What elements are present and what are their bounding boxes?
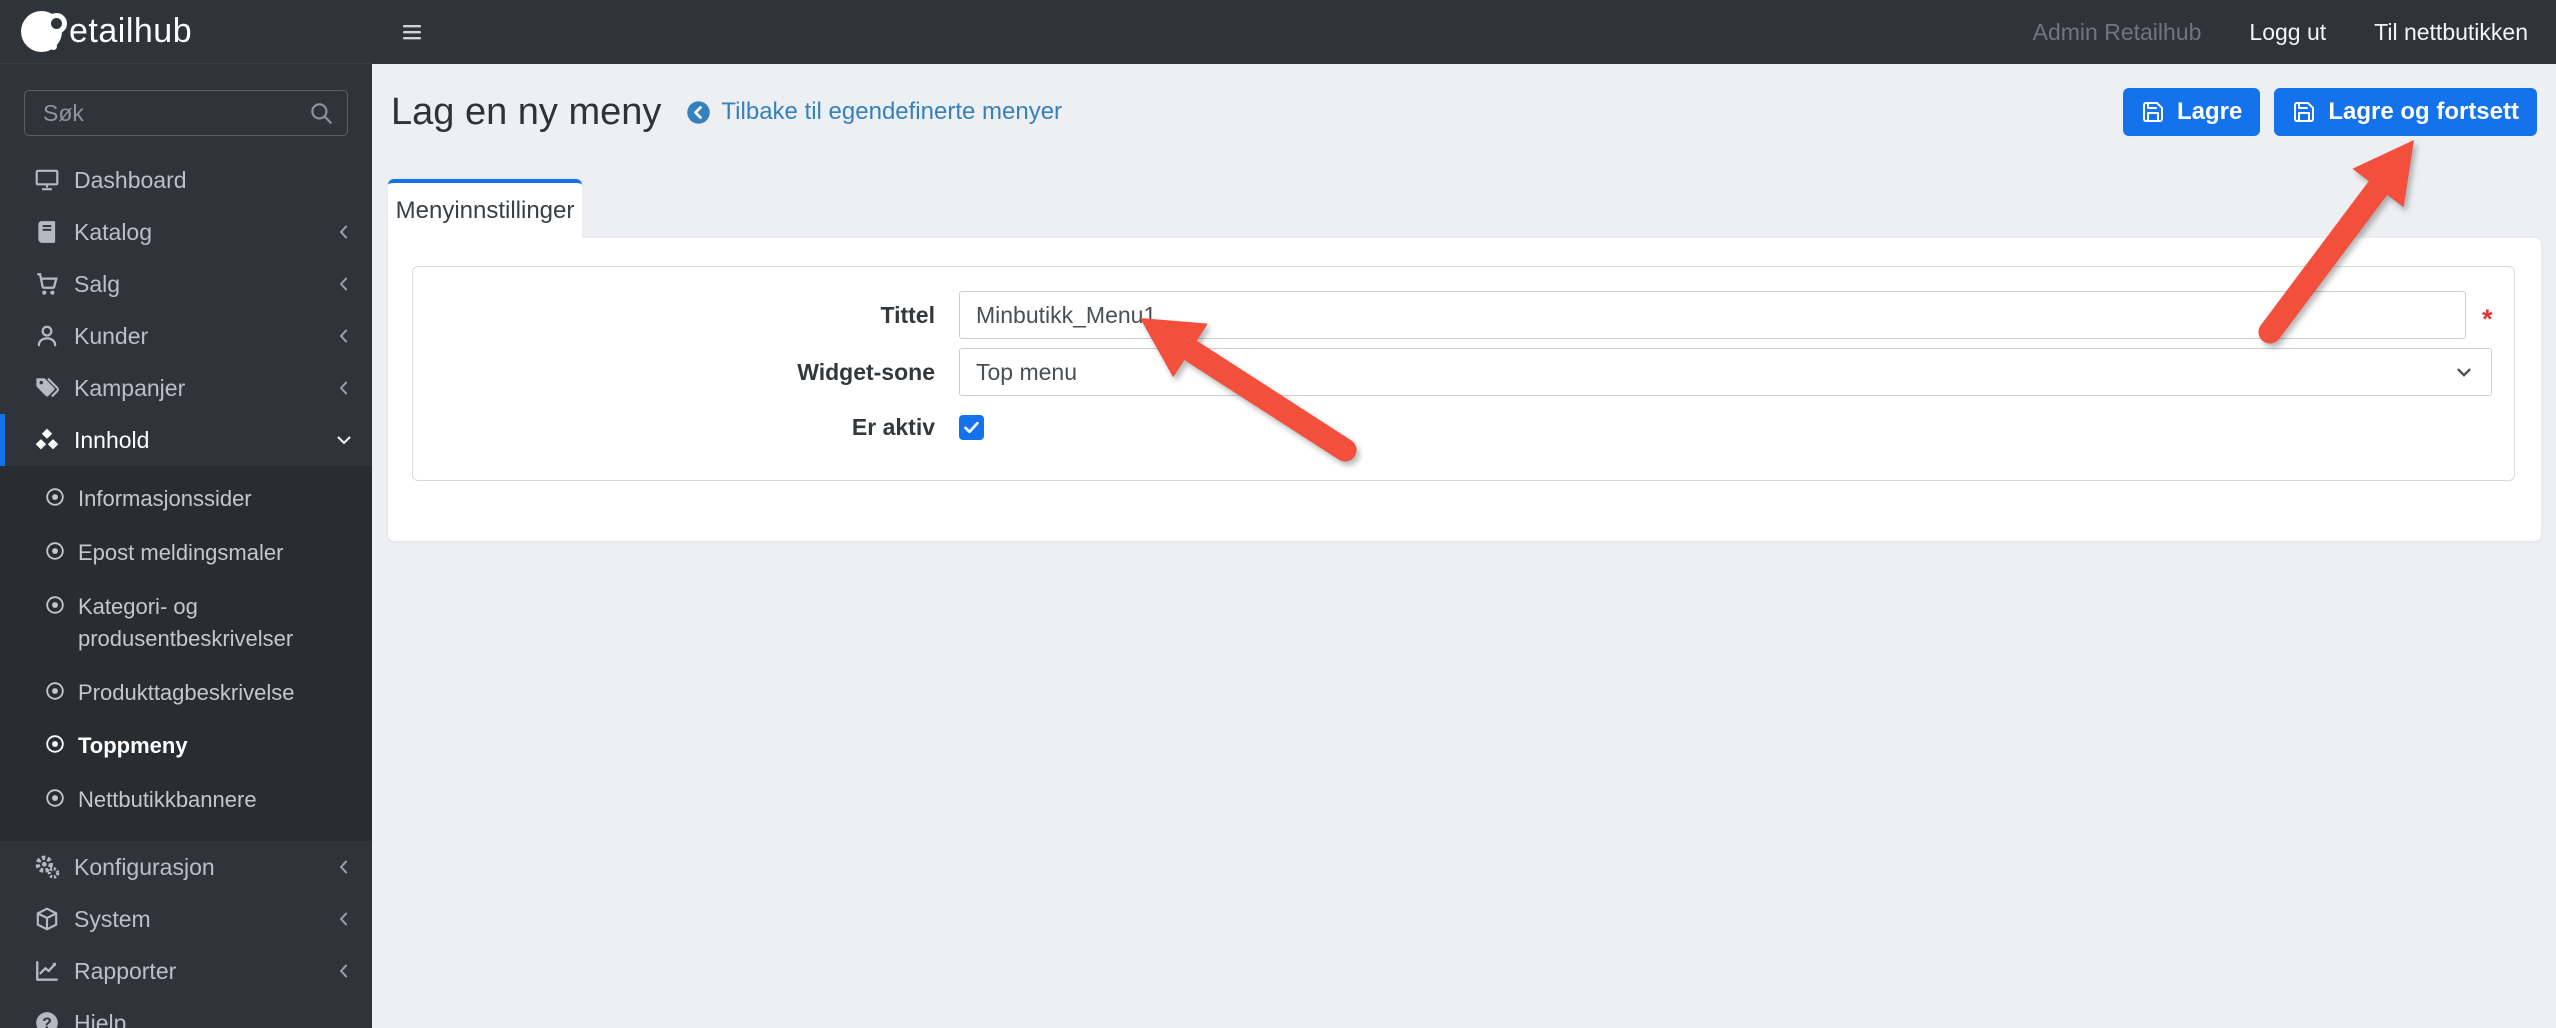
- menu-toggle-icon[interactable]: [400, 20, 424, 44]
- tags-icon: [30, 375, 64, 401]
- back-link[interactable]: Tilbake til egendefinerte menyer: [685, 98, 1062, 126]
- cubes-icon: [30, 427, 64, 453]
- checkmark-icon: [962, 418, 981, 437]
- search-icon: [308, 100, 334, 126]
- tittel-label: Tittel: [880, 301, 935, 328]
- sidebar-item-label: Katalog: [74, 218, 153, 245]
- dot-circle-icon: [44, 594, 66, 616]
- gears-icon: [30, 854, 64, 880]
- question-circle-icon: ?: [30, 1010, 64, 1028]
- sidebar-subitem-label: Epost meldingsmaler: [78, 539, 284, 565]
- sidebar-item-rapporter[interactable]: Rapporter: [0, 945, 372, 997]
- brand-logo[interactable]: etailhub: [0, 0, 372, 64]
- required-marker: *: [2482, 303, 2493, 334]
- sidebar-item-label: Kunder: [74, 322, 149, 349]
- sidebar-item-label: Dashboard: [74, 166, 187, 193]
- brand-logo-icon: [21, 10, 87, 53]
- user-icon: [30, 323, 64, 349]
- er-aktiv-checkbox[interactable]: [959, 415, 984, 440]
- sidebar-item-kampanjer[interactable]: Kampanjer: [0, 362, 372, 414]
- dot-circle-icon: [44, 733, 66, 755]
- sidebar-item-label: Innhold: [74, 426, 150, 453]
- cart-icon: [30, 271, 64, 297]
- save-button-label: Lagre: [2176, 98, 2243, 125]
- sidebar-item-label: Salg: [74, 270, 121, 297]
- sidebar-item-hjelp[interactable]: ? Hjelp: [0, 997, 372, 1028]
- chevron-left-icon: [334, 274, 354, 294]
- save-icon: [2292, 100, 2316, 124]
- widget-sone-select[interactable]: Top menu: [959, 348, 2492, 396]
- save-button[interactable]: Lagre: [2122, 88, 2261, 136]
- save-icon: [2141, 100, 2165, 124]
- chart-line-icon: [30, 958, 64, 984]
- widget-sone-label: Widget-sone: [797, 358, 935, 385]
- sidebar-item-system[interactable]: System: [0, 893, 372, 945]
- sidebar-item-label: Kampanjer: [74, 374, 186, 401]
- sidebar-item-salg[interactable]: Salg: [0, 258, 372, 310]
- menu-settings-card: Tittel * Widget-sone Top menu: [388, 238, 2541, 541]
- to-store-link[interactable]: Til nettbutikken: [2374, 19, 2528, 46]
- chevron-left-icon: [334, 378, 354, 398]
- save-and-continue-button[interactable]: Lagre og fortsett: [2274, 88, 2537, 136]
- sidebar-item-epost-meldingsmaler[interactable]: Epost meldingsmaler: [0, 526, 372, 580]
- innhold-submenu: Informasjonssider Epost meldingsmaler Ka…: [0, 466, 372, 842]
- sidebar-item-innhold[interactable]: Innhold: [0, 414, 372, 466]
- chevron-left-icon: [334, 909, 354, 929]
- sidebar-item-toppmeny[interactable]: Toppmeny: [0, 719, 372, 773]
- dashboard-icon: [30, 167, 64, 193]
- chevron-left-icon: [334, 326, 354, 346]
- sidebar: etailhub Dashboard: [0, 0, 372, 1028]
- er-aktiv-label: Er aktiv: [851, 414, 935, 440]
- back-link-label: Tilbake til egendefinerte menyer: [721, 98, 1063, 125]
- svg-text:?: ?: [42, 1016, 52, 1028]
- sidebar-subitem-label: Kategori- og produsentbeskrivelser: [78, 593, 294, 651]
- sidebar-item-informasjonssider[interactable]: Informasjonssider: [0, 472, 372, 526]
- dot-circle-icon: [44, 486, 66, 508]
- topbar: Admin Retailhub Logg ut Til nettbutikken: [372, 0, 2556, 64]
- widget-sone-selected-value: Top menu: [976, 358, 1078, 385]
- chevron-left-icon: [334, 961, 354, 981]
- sidebar-subitem-label: Nettbutikkbannere: [78, 787, 257, 813]
- sidebar-subitem-label: Informasjonssider: [78, 486, 252, 511]
- sidebar-item-dashboard[interactable]: Dashboard: [0, 154, 372, 206]
- logout-link[interactable]: Logg ut: [2249, 19, 2326, 46]
- sidebar-item-nettbutikkbannere[interactable]: Nettbutikkbannere: [0, 773, 372, 827]
- menu-settings-panel: Tittel * Widget-sone Top menu: [412, 266, 2515, 481]
- main-content: Lag en ny meny Tilbake til egendefinerte…: [372, 64, 2556, 1028]
- chevron-left-icon: [334, 857, 354, 877]
- back-circle-icon: [685, 99, 712, 126]
- page-title: Lag en ny meny: [391, 90, 662, 133]
- dot-circle-icon: [44, 680, 66, 702]
- tittel-input[interactable]: [959, 291, 2466, 339]
- sidebar-item-katalog[interactable]: Katalog: [0, 206, 372, 258]
- sidebar-item-produkttagbeskrivelse[interactable]: Produkttagbeskrivelse: [0, 666, 372, 720]
- sidebar-item-label: System: [74, 905, 151, 932]
- sidebar-item-konfigurasjon[interactable]: Konfigurasjon: [0, 841, 372, 893]
- tab-label: Menyinnstillinger: [395, 196, 575, 224]
- save-continue-button-label: Lagre og fortsett: [2328, 98, 2519, 125]
- chevron-left-icon: [334, 222, 354, 242]
- sidebar-item-label: Hjelp: [74, 1009, 127, 1028]
- search-input[interactable]: [24, 90, 348, 136]
- cube-icon: [30, 906, 64, 932]
- sidebar-nav: Dashboard Katalog Salg Kunder Kampanjer …: [0, 154, 372, 1028]
- admin-account-label: Admin Retailhub: [2032, 18, 2202, 45]
- chevron-down-icon: [334, 430, 354, 450]
- sidebar-subitem-label: Toppmeny: [78, 733, 188, 759]
- tab-menyinnstillinger[interactable]: Menyinnstillinger: [388, 179, 582, 238]
- sidebar-item-kategori-produsentbeskrivelser[interactable]: Kategori- og produsentbeskrivelser: [0, 580, 372, 666]
- chevron-down-icon: [2453, 361, 2475, 383]
- dot-circle-icon: [44, 787, 66, 809]
- sidebar-item-label: Rapporter: [74, 957, 177, 984]
- sidebar-item-kunder[interactable]: Kunder: [0, 310, 372, 362]
- dot-circle-icon: [44, 540, 66, 562]
- sidebar-item-label: Konfigurasjon: [74, 853, 215, 880]
- sidebar-subitem-label: Produkttagbeskrivelse: [78, 679, 295, 705]
- book-icon: [30, 219, 64, 245]
- brand-logo-text: etailhub: [69, 12, 193, 50]
